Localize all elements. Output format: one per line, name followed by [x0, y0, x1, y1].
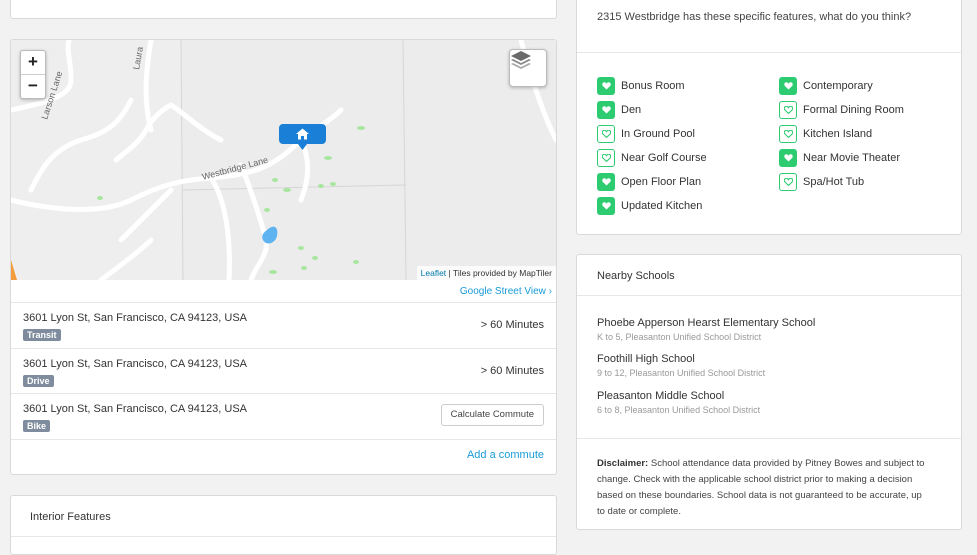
- zoom-in-button[interactable]: +: [21, 51, 45, 74]
- school-disclaimer: Disclaimer: School attendance data provi…: [597, 456, 927, 520]
- home-marker[interactable]: [279, 124, 326, 150]
- heart-icon: [601, 202, 611, 210]
- divider: [577, 295, 961, 296]
- street-view-link[interactable]: Google Street View ›: [460, 286, 552, 297]
- feature-label: Kitchen Island: [803, 128, 873, 140]
- feature-item: Near Golf Course: [597, 149, 707, 167]
- feature-label: Open Floor Plan: [621, 176, 702, 188]
- feature-item: Updated Kitchen: [597, 197, 702, 215]
- add-commute-link[interactable]: Add a commute: [467, 449, 544, 461]
- feature-label: Bonus Room: [621, 80, 685, 92]
- layers-icon: [511, 51, 531, 69]
- attribution-text: | Tiles provided by MapTiler: [446, 268, 552, 278]
- heart-icon: [601, 82, 611, 90]
- commute-address: 3601 Lyon St, San Francisco, CA 94123, U…: [23, 403, 248, 415]
- school-details: K to 5, Pleasanton Unified School Distri…: [597, 332, 762, 342]
- map-commute-card: Larson Lane Laura Westbridge Lane + − Le…: [10, 39, 557, 475]
- calculate-commute-button[interactable]: Calculate Commute: [440, 404, 544, 426]
- school-name: Pleasanton Middle School: [597, 390, 725, 402]
- interior-features-card: Interior Features: [10, 495, 557, 555]
- school-name: Phoebe Apperson Hearst Elementary School: [597, 317, 816, 329]
- commute-mode-badge: Drive: [23, 375, 54, 387]
- heart-icon: [783, 82, 793, 90]
- heart-icon: [601, 106, 611, 114]
- heart-icon: [783, 178, 793, 186]
- map[interactable]: Larson Lane Laura Westbridge Lane + − Le…: [11, 40, 556, 280]
- school-item[interactable]: Foothill High School 9 to 12, Pleasanton…: [597, 353, 765, 378]
- feature-label: Contemporary: [803, 80, 873, 92]
- heart-toggle-button[interactable]: [779, 173, 797, 191]
- heart-icon: [601, 154, 611, 162]
- heart-toggle-button[interactable]: [779, 149, 797, 167]
- feature-item: Kitchen Island: [779, 125, 872, 143]
- feature-item: Open Floor Plan: [597, 173, 701, 191]
- zoom-out-button[interactable]: −: [21, 74, 45, 98]
- layers-button[interactable]: [509, 49, 547, 87]
- commute-mode-badge: Transit: [23, 329, 61, 341]
- feature-label: Formal Dining Room: [803, 104, 904, 116]
- school-details: 9 to 12, Pleasanton Unified School Distr…: [597, 368, 766, 378]
- commute-time: > 60 Minutes: [480, 319, 544, 331]
- previous-section-card: [10, 0, 557, 19]
- disclaimer-label: Disclaimer:: [597, 458, 649, 469]
- heart-icon: [783, 106, 793, 114]
- school-item[interactable]: Phoebe Apperson Hearst Elementary School…: [597, 317, 815, 342]
- feature-label: Den: [621, 104, 642, 116]
- map-tiles: Larson Lane Laura Westbridge Lane: [11, 40, 556, 280]
- feature-label: Near Movie Theater: [803, 152, 901, 164]
- feature-item: Bonus Room: [597, 77, 685, 95]
- heart-toggle-button[interactable]: [597, 173, 615, 191]
- commute-time: > 60 Minutes: [480, 365, 544, 377]
- school-name: Foothill High School: [597, 353, 695, 365]
- commute-row: 3601 Lyon St, San Francisco, CA 94123, U…: [11, 393, 556, 438]
- nearby-schools-card: Nearby Schools Phoebe Apperson Hearst El…: [576, 254, 962, 530]
- school-item[interactable]: Pleasanton Middle School 6 to 8, Pleasan…: [597, 390, 760, 415]
- commute-address: 3601 Lyon St, San Francisco, CA 94123, U…: [23, 358, 248, 370]
- feature-label: In Ground Pool: [621, 128, 695, 140]
- heart-toggle-button[interactable]: [779, 101, 797, 119]
- heart-toggle-button[interactable]: [597, 125, 615, 143]
- heart-toggle-button[interactable]: [597, 101, 615, 119]
- nearby-schools-title: Nearby Schools: [597, 270, 675, 282]
- heart-icon: [783, 130, 793, 138]
- commute-mode-badge: Bike: [23, 420, 51, 432]
- heart-icon: [601, 178, 611, 186]
- interior-features-title: Interior Features: [30, 511, 111, 523]
- feature-item: Contemporary: [779, 77, 873, 95]
- feature-label: Updated Kitchen: [621, 200, 703, 212]
- zoom-control: + −: [20, 50, 46, 99]
- divider: [577, 438, 961, 439]
- feature-item: Spa/Hot Tub: [779, 173, 864, 191]
- heart-toggle-button[interactable]: [597, 197, 615, 215]
- commute-row: 3601 Lyon St, San Francisco, CA 94123, U…: [11, 302, 556, 347]
- divider: [577, 52, 961, 53]
- feature-item: Near Movie Theater: [779, 149, 900, 167]
- heart-toggle-button[interactable]: [597, 77, 615, 95]
- feature-label: Near Golf Course: [621, 152, 707, 164]
- feature-label: Spa/Hot Tub: [803, 176, 865, 188]
- features-question: 2315 Westbridge has these specific featu…: [597, 11, 912, 23]
- heart-icon: [601, 130, 611, 138]
- map-attribution: Leaflet | Tiles provided by MapTiler: [416, 266, 556, 280]
- heart-toggle-button[interactable]: [779, 77, 797, 95]
- divider: [11, 536, 556, 537]
- feature-item: In Ground Pool: [597, 125, 695, 143]
- commute-row: 3601 Lyon St, San Francisco, CA 94123, U…: [11, 348, 556, 393]
- heart-toggle-button[interactable]: [779, 125, 797, 143]
- feature-item: Den: [597, 101, 641, 119]
- features-card: 2315 Westbridge has these specific featu…: [576, 0, 962, 235]
- commute-address: 3601 Lyon St, San Francisco, CA 94123, U…: [23, 312, 248, 324]
- heart-toggle-button[interactable]: [597, 149, 615, 167]
- school-details: 6 to 8, Pleasanton Unified School Distri…: [597, 405, 761, 415]
- heart-icon: [783, 154, 793, 162]
- feature-item: Formal Dining Room: [779, 101, 904, 119]
- leaflet-link[interactable]: Leaflet: [421, 268, 447, 278]
